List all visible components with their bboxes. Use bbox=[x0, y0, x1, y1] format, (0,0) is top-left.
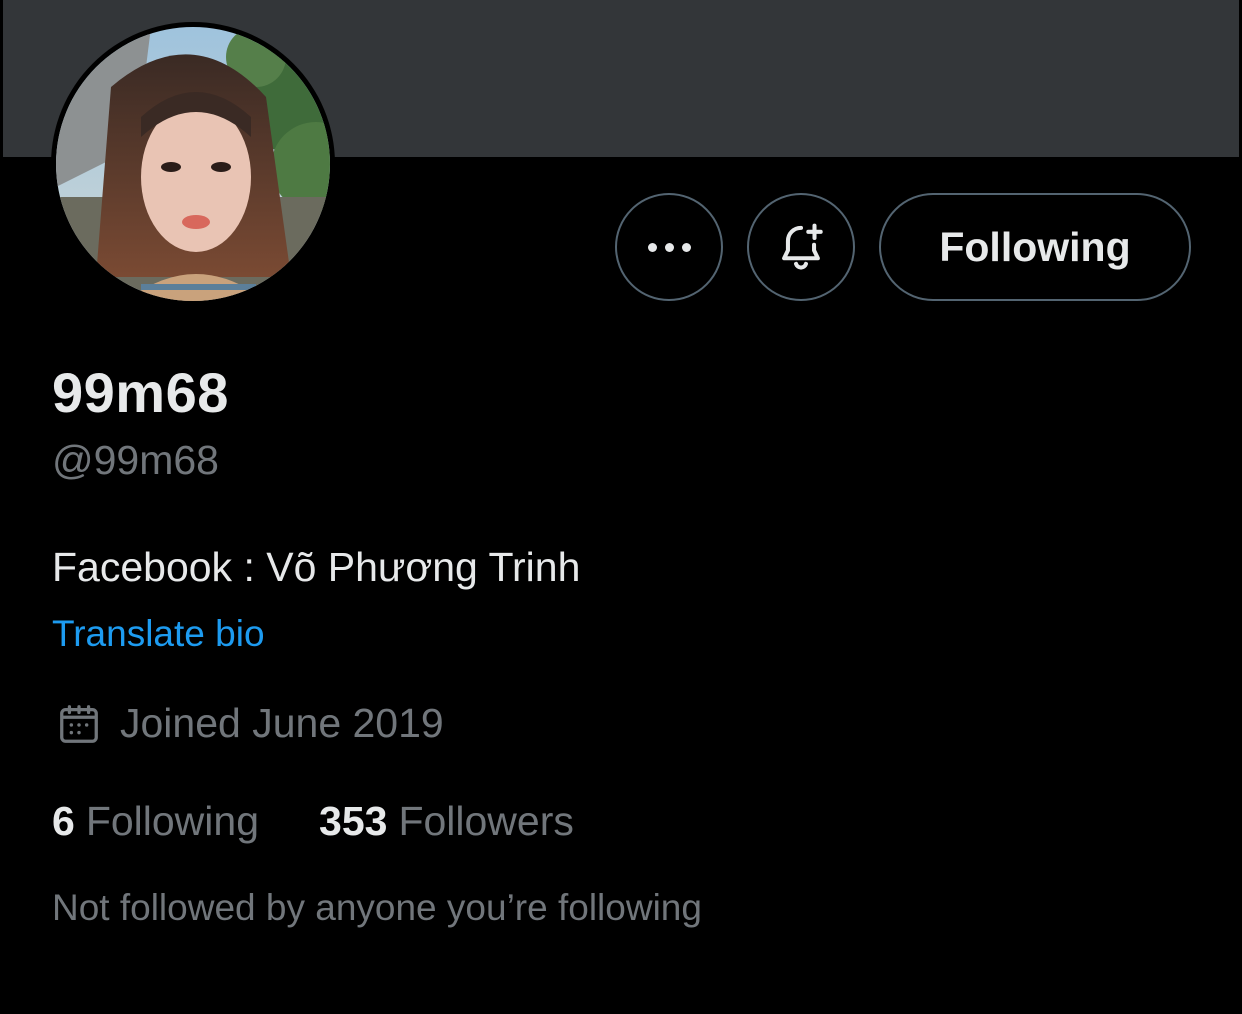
following-count: 6 bbox=[52, 798, 75, 844]
user-handle: @99m68 bbox=[52, 437, 219, 483]
avatar-photo bbox=[56, 27, 330, 301]
bio: Facebook : Võ Phương Trinh bbox=[52, 544, 581, 590]
bell-plus-icon bbox=[782, 223, 823, 270]
followers-label: Followers bbox=[398, 798, 574, 844]
following-button-label: Following bbox=[939, 223, 1131, 270]
following-button[interactable]: Following bbox=[879, 193, 1191, 301]
joined-text: Joined June 2019 bbox=[120, 700, 444, 746]
more-button[interactable] bbox=[615, 193, 723, 301]
avatar[interactable] bbox=[51, 22, 335, 306]
calendar-icon bbox=[60, 704, 98, 743]
mutual-followers-note: Not followed by anyone you’re following bbox=[52, 887, 702, 928]
notify-button[interactable] bbox=[747, 193, 855, 301]
follow-stats: 6 Following 353 Followers bbox=[52, 798, 574, 845]
joined-date: Joined June 2019 bbox=[56, 700, 444, 747]
following-stat[interactable]: 6 Following bbox=[52, 798, 259, 845]
followers-stat[interactable]: 353 Followers bbox=[319, 798, 574, 845]
followers-count: 353 bbox=[319, 798, 388, 844]
following-label: Following bbox=[85, 798, 260, 844]
profile-page: Following 99m68 @99m68 Facebook : Võ Phư… bbox=[0, 0, 1242, 1014]
translate-bio-link[interactable]: Translate bio bbox=[52, 613, 265, 655]
more-horizontal-icon bbox=[647, 242, 691, 252]
display-name: 99m68 bbox=[52, 361, 229, 424]
